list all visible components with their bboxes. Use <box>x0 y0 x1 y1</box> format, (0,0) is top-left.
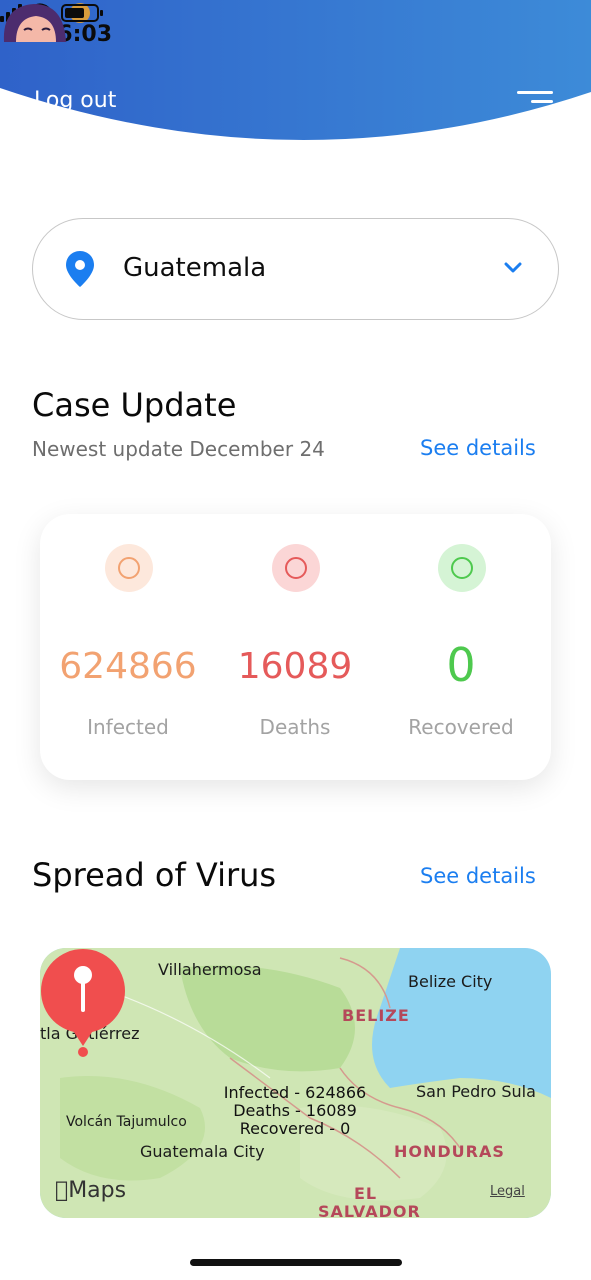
deaths-count: 16089 <box>237 646 353 687</box>
map-country-el: EL <box>354 1184 378 1203</box>
map-legal-link[interactable]: Legal <box>490 1184 525 1199</box>
home-indicator <box>190 1259 402 1266</box>
logout-button[interactable]: Log out <box>34 88 116 113</box>
map-marker-callout: Infected - 624866 Deaths - 16089 Recover… <box>210 1084 380 1138</box>
map-place-villahermosa: Villahermosa <box>158 960 262 979</box>
apple-maps-logo: Maps <box>55 1178 126 1203</box>
selected-country: Guatemala <box>123 253 267 283</box>
stat-infected: 624866 Infected <box>43 514 213 780</box>
deaths-label: Deaths <box>259 715 331 739</box>
country-dropdown[interactable]: Guatemala <box>32 218 559 320</box>
location-pin-icon <box>66 251 94 287</box>
callout-deaths: Deaths - 16089 <box>233 1101 357 1120</box>
apple-logo-icon:  <box>55 1178 68 1203</box>
callout-recovered: Recovered - 0 <box>239 1119 351 1138</box>
callout-infected: Infected - 624866 <box>223 1083 367 1102</box>
infected-count: 624866 <box>59 646 197 687</box>
map-country-belize: BELIZE <box>342 1006 410 1025</box>
map-place-guatemala-city: Guatemala City <box>140 1142 265 1161</box>
map-country-salvador: SALVADOR <box>318 1202 421 1218</box>
map-place-san-pedro-sula: San Pedro Sula <box>416 1082 536 1101</box>
avatar-illustration <box>3 4 66 42</box>
map-country-honduras: HONDURAS <box>394 1142 505 1161</box>
header: 16:03 Log out <box>0 0 591 150</box>
stat-recovered: 0 Recovered <box>376 514 546 780</box>
infected-indicator-icon <box>105 544 153 592</box>
recovered-label: Recovered <box>408 715 514 739</box>
virus-map[interactable]: Villahermosa Belize City tla Gutiérrez S… <box>40 948 551 1218</box>
map-place-belize-city: Belize City <box>408 972 493 991</box>
update-date-note: Newest update December 24 <box>32 437 325 461</box>
deaths-indicator-icon <box>272 544 320 592</box>
menu-icon[interactable] <box>517 91 553 105</box>
infected-label: Infected <box>87 715 169 739</box>
stat-deaths: 16089 Deaths <box>210 514 380 780</box>
case-see-details-link[interactable]: See details <box>420 436 536 460</box>
map-marker-pin-icon[interactable] <box>40 948 126 1058</box>
spread-see-details-link[interactable]: See details <box>420 864 536 888</box>
case-stats-card: 624866 Infected 16089 Deaths 0 Recovered <box>40 514 551 780</box>
map-place-tajumulco: Volcán Tajumulco <box>66 1114 187 1130</box>
spread-title: Spread of Virus <box>32 856 277 894</box>
recovered-indicator-icon <box>438 544 486 592</box>
chevron-down-icon[interactable] <box>503 261 523 275</box>
case-update-title: Case Update <box>32 386 237 424</box>
recovered-count: 0 <box>446 638 476 692</box>
